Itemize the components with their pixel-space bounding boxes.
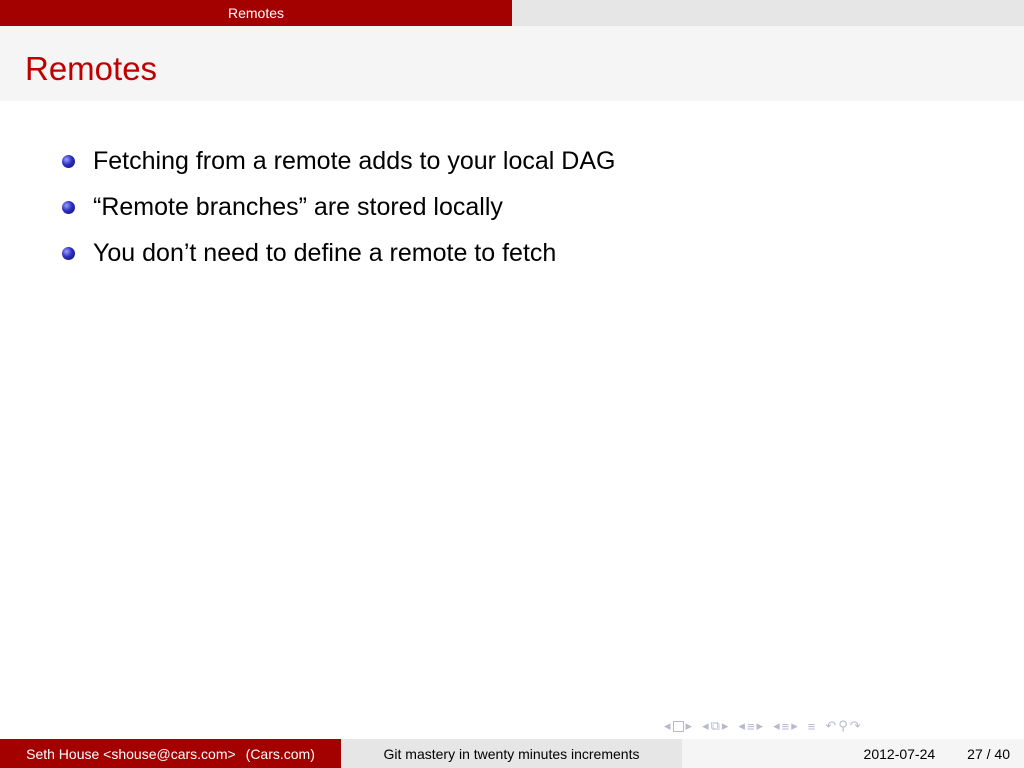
frame-title-bar: Remotes xyxy=(0,26,1024,101)
footer-bar: Seth House <shouse@cars.com> (Cars.com) … xyxy=(0,739,1024,768)
left-arrow-icon[interactable]: ◂ xyxy=(738,718,745,734)
undo-icon[interactable]: ↶ xyxy=(825,718,836,734)
bullet-ball-icon xyxy=(62,154,75,168)
footer-date-cell: 2012-07-24 27 / 40 xyxy=(682,739,1024,768)
subsection-icon[interactable]: ⧉ xyxy=(711,718,720,734)
presentation-nav[interactable]: ◂ ≡ ▸ xyxy=(773,718,798,734)
right-arrow-icon[interactable]: ▸ xyxy=(722,718,729,734)
bullet-text: You don’t need to define a remote to fet… xyxy=(93,238,557,267)
align-icon[interactable]: ≡ xyxy=(808,719,816,734)
bullet-list: Fetching from a remote adds to your loca… xyxy=(62,138,615,276)
footer-date: 2012-07-24 xyxy=(863,745,936,762)
frame-icon[interactable] xyxy=(672,720,684,732)
footer-institute: (Cars.com) xyxy=(245,745,315,762)
subsection-nav[interactable]: ◂ ⧉ ▸ xyxy=(702,718,728,734)
right-arrow-icon[interactable]: ▸ xyxy=(686,718,693,734)
bullet-ball-icon xyxy=(62,246,75,260)
footer-author: Seth House <shouse@cars.com> xyxy=(26,745,236,762)
section-nav[interactable]: ◂ ≡ ▸ xyxy=(738,718,763,734)
header-section-cell: Remotes xyxy=(0,0,512,26)
footer-title-cell: Git mastery in twenty minutes increments xyxy=(341,739,682,768)
left-arrow-icon[interactable]: ◂ xyxy=(702,718,709,734)
left-arrow-icon[interactable]: ◂ xyxy=(773,718,780,734)
section-icon[interactable]: ≡ xyxy=(782,719,790,734)
redo-icon[interactable]: ↷ xyxy=(850,718,861,734)
right-arrow-icon[interactable]: ▸ xyxy=(757,718,764,734)
bullet-item: You don’t need to define a remote to fet… xyxy=(62,230,615,276)
footer-talk-title: Git mastery in twenty minutes increments xyxy=(383,745,640,762)
bullet-text: Fetching from a remote adds to your loca… xyxy=(93,146,616,175)
navigation-symbols: ◂ ▸ ◂ ⧉ ▸ ◂ ≡ ▸ ◂ ≡ ▸ ≡ ↶ ⚲ ↷ xyxy=(664,716,867,736)
bullet-ball-icon xyxy=(62,200,75,214)
search-icon[interactable]: ⚲ xyxy=(838,718,848,734)
right-arrow-icon[interactable]: ▸ xyxy=(791,718,798,734)
section-icon[interactable]: ≡ xyxy=(747,719,755,734)
header-empty-cell xyxy=(512,0,1024,26)
footer-author-cell: Seth House <shouse@cars.com> (Cars.com) xyxy=(0,739,341,768)
left-arrow-icon[interactable]: ◂ xyxy=(664,718,671,734)
header-bar: Remotes xyxy=(0,0,1024,26)
bullet-item: “Remote branches” are stored locally xyxy=(62,184,615,230)
slide-title: Remotes xyxy=(25,50,158,87)
footer-page-number: 27 / 40 xyxy=(967,745,1010,762)
header-section-label: Remotes xyxy=(227,5,285,21)
frame-nav[interactable]: ◂ ▸ xyxy=(664,718,692,734)
tools-nav[interactable]: ↶ ⚲ ↷ xyxy=(825,718,860,734)
bullet-text: “Remote branches” are stored locally xyxy=(93,192,503,221)
bullet-item: Fetching from a remote adds to your loca… xyxy=(62,138,615,184)
align-nav[interactable]: ≡ xyxy=(808,719,816,734)
